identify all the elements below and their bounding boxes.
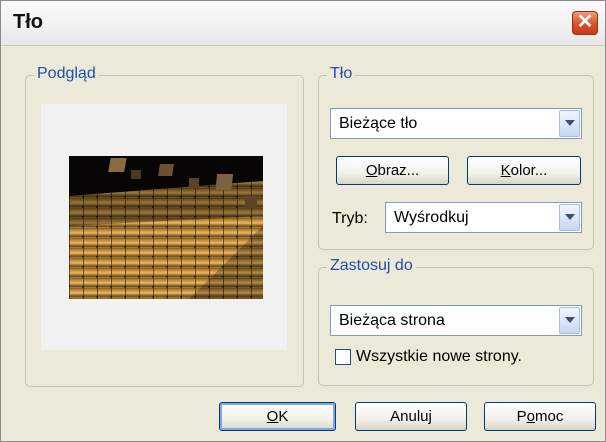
image-button-accel: O bbox=[365, 162, 378, 179]
help-button-label: moc bbox=[535, 408, 564, 425]
title-bar[interactable]: Tło ✕ bbox=[1, 1, 605, 46]
close-icon: ✕ bbox=[576, 11, 594, 33]
cancel-button[interactable]: Anuluj bbox=[355, 402, 467, 431]
color-button[interactable]: Kolor... bbox=[467, 156, 581, 185]
preview-legend: Podgląd bbox=[34, 65, 99, 83]
mode-label: Tryb: bbox=[332, 210, 368, 227]
cancel-button-label: Anuluj bbox=[390, 408, 432, 425]
chevron-down-icon[interactable] bbox=[559, 204, 580, 231]
image-button-label: braz... bbox=[377, 162, 420, 179]
all-pages-checkbox[interactable] bbox=[335, 349, 351, 365]
ok-button-label: K bbox=[278, 408, 289, 425]
mode-select-value: Wyśrodkuj bbox=[394, 209, 469, 226]
background-legend: Tło bbox=[327, 65, 356, 83]
apply-select[interactable]: Bieżąca strona bbox=[330, 305, 582, 336]
background-dialog: Tło ✕ Podgląd Tło Bieżące tło Obraz... K… bbox=[0, 0, 606, 442]
color-button-accel: K bbox=[500, 162, 511, 179]
apply-select-value: Bieżąca strona bbox=[339, 312, 445, 329]
mode-select[interactable]: Wyśrodkuj bbox=[385, 202, 582, 233]
preview-image bbox=[69, 156, 263, 299]
ok-button[interactable]: OK bbox=[219, 402, 336, 431]
chevron-down-icon[interactable] bbox=[559, 110, 580, 137]
image-button[interactable]: Obraz... bbox=[336, 156, 449, 185]
dialog-title: Tło bbox=[13, 11, 43, 33]
color-button-label: olor... bbox=[510, 162, 548, 179]
background-select-value: Bieżące tło bbox=[339, 115, 418, 132]
help-button-accel: o bbox=[526, 408, 535, 425]
chevron-down-icon[interactable] bbox=[559, 307, 580, 334]
background-select[interactable]: Bieżące tło bbox=[330, 108, 582, 139]
close-button[interactable]: ✕ bbox=[572, 11, 598, 35]
apply-legend: Zastosuj do bbox=[327, 257, 416, 275]
help-button-pre: P bbox=[516, 408, 527, 425]
help-button[interactable]: Pomoc bbox=[484, 402, 596, 431]
ok-button-accel: O bbox=[266, 408, 279, 425]
all-pages-label[interactable]: Wszystkie nowe strony. bbox=[356, 348, 522, 366]
